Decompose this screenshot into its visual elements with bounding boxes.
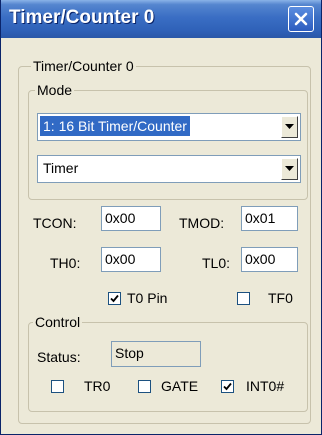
tr0-label: TR0 [84, 378, 111, 394]
th0-label: TH0: [50, 255, 81, 271]
tl0-label: TL0: [202, 255, 231, 271]
control-group [28, 322, 308, 412]
tcon-field[interactable]: 0x00 [101, 206, 161, 231]
mode-select[interactable]: 1: 16 Bit Timer/Counter [37, 113, 301, 141]
mode-group [28, 90, 308, 200]
function-select-value: Timer [43, 160, 79, 176]
tr0-checkbox[interactable] [51, 380, 64, 393]
function-select[interactable]: Timer [37, 155, 301, 183]
close-icon [294, 12, 308, 26]
tmod-field[interactable]: 0x01 [241, 206, 298, 231]
mode-dropdown-button[interactable] [281, 116, 298, 138]
tmod-label: TMOD: [179, 215, 225, 231]
mode-select-value: 1: 16 Bit Timer/Counter [40, 116, 190, 136]
close-button[interactable] [288, 6, 314, 32]
status-label: Status: [37, 349, 81, 365]
th0-field[interactable]: 0x00 [101, 247, 161, 272]
tl0-field[interactable]: 0x00 [241, 247, 298, 272]
tf0-label: TF0 [268, 290, 293, 306]
function-dropdown-button[interactable] [281, 158, 298, 180]
timer-counter-window: Timer/Counter 0 Timer/Counter 0 Mode 1: … [0, 0, 322, 435]
int0-checkbox[interactable] [221, 380, 234, 393]
gate-label: GATE [161, 378, 199, 394]
t0-pin-checkbox[interactable] [108, 292, 121, 305]
control-group-legend: Control [33, 314, 83, 330]
mode-group-legend: Mode [35, 82, 75, 98]
chevron-down-icon [285, 166, 294, 171]
tcon-label: TCON: [33, 215, 77, 231]
checkmark-icon [110, 294, 119, 303]
tf0-checkbox[interactable] [237, 292, 250, 305]
int0-label: INT0# [246, 378, 285, 394]
chevron-down-icon [285, 124, 294, 129]
gate-checkbox[interactable] [138, 380, 151, 393]
title-bar[interactable]: Timer/Counter 0 [1, 0, 321, 38]
t0-pin-label: T0 Pin [127, 290, 168, 306]
window-title: Timer/Counter 0 [9, 7, 155, 28]
status-field: Stop [111, 341, 201, 367]
checkmark-icon [223, 382, 232, 391]
timer-counter-group-legend: Timer/Counter 0 [31, 58, 136, 74]
